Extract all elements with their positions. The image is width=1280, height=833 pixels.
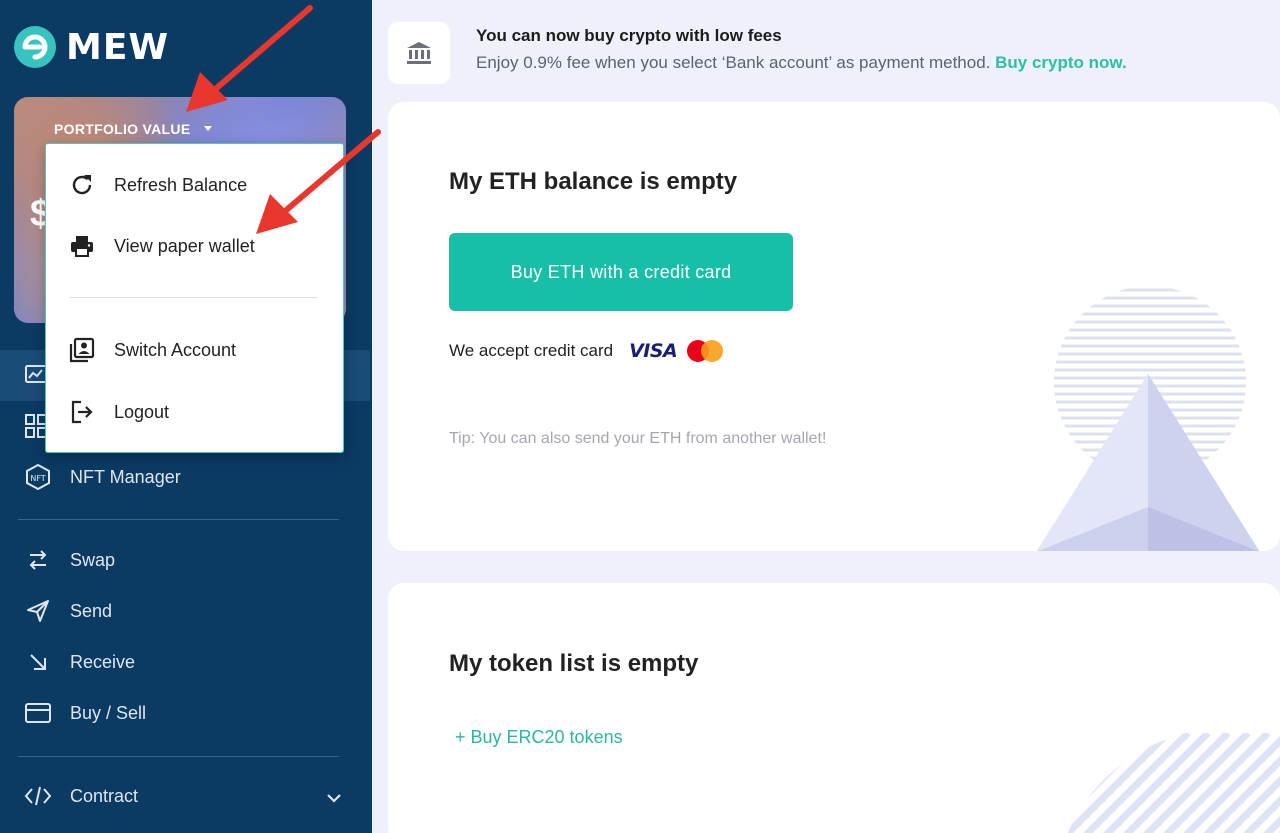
red-arrow-icon [186,5,313,112]
annotation-arrows [186,5,381,234]
red-arrow-icon [256,129,381,234]
